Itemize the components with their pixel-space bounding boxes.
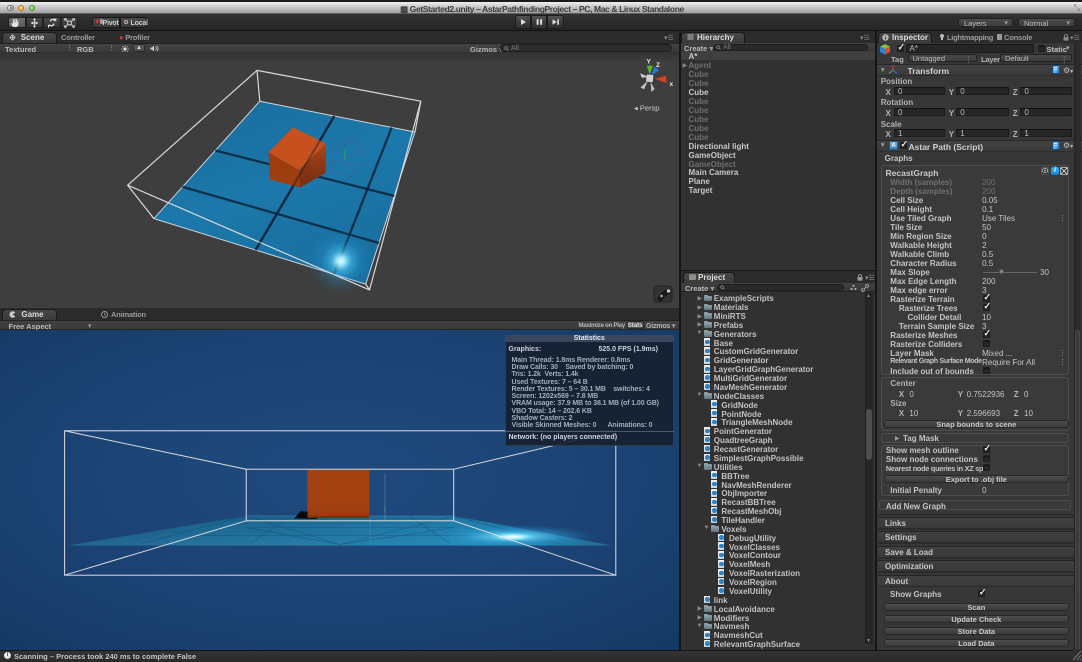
svg-text:Y: Y: [647, 59, 652, 66]
svg-text:x: x: [670, 81, 674, 88]
svg-text:Z: Z: [656, 62, 660, 69]
svg-text:◂ Persp: ◂ Persp: [634, 104, 659, 113]
